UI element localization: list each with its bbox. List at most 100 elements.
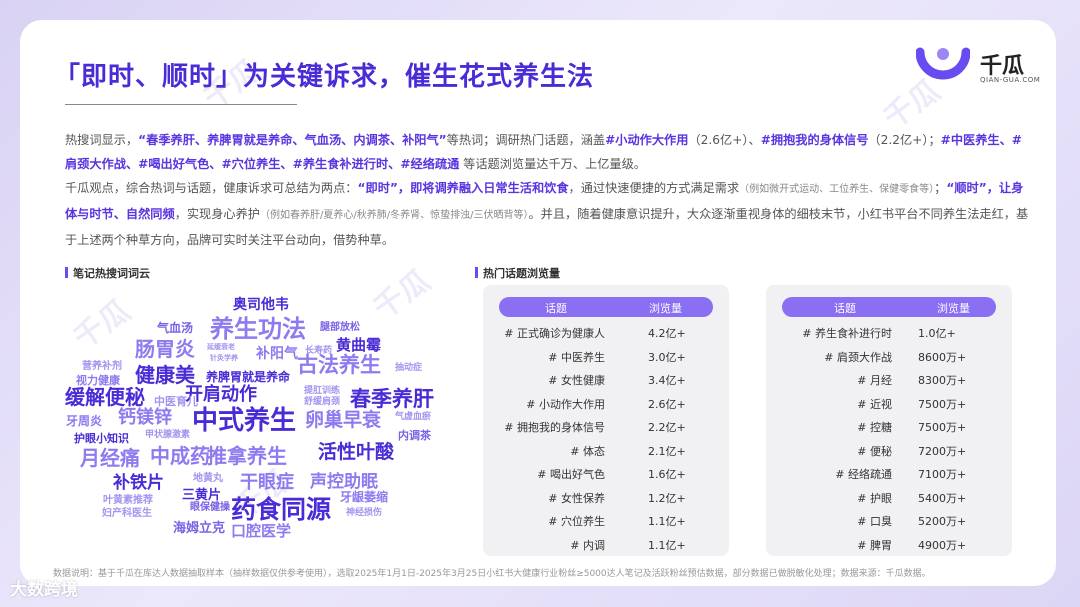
cloud-word: 甲状腺激素 [145, 430, 191, 440]
table-row: # 近视 7500万+ [766, 392, 1012, 416]
hot-topics-label: 热门话题浏览量 [475, 265, 560, 281]
table-row: # 护眼 5400万+ [766, 486, 1012, 510]
views-cell: 7500万+ [918, 421, 967, 434]
word-cloud: 奥司他韦 气血汤 养生功法 腿部放松 肠胃炎 黄曲霉 延缓衰老 针灸学养 补阳气 长寿药 抽动症 营养… [60, 295, 455, 555]
cloud-word: 妇产科医生 [102, 508, 152, 519]
topic-cell: # 拥抱我的身体信号 [504, 421, 605, 434]
views-cell: 7100万+ [918, 468, 967, 481]
topics-table-right: 话题 浏览量 # 养生食补进行时 1.0亿+ # 肩颈大作战 8600万+ # 月经 83… [766, 285, 1012, 556]
cloud-word: 月经痛 [80, 446, 140, 470]
views-cell: 4.2亿+ [648, 327, 686, 340]
topic-cell: # 口臭 [857, 515, 892, 528]
cloud-word: 抽动症 [395, 363, 423, 373]
cloud-word: 提肛训练 [304, 386, 341, 396]
topic-cell: # 喝出好气色 [537, 468, 605, 481]
cloud-word: 延缓衰老 [207, 343, 235, 351]
cloud-word: 活性叶酸 [318, 441, 395, 463]
cloud-word: 牙周炎 [66, 414, 103, 428]
topic-cell: # 中医养生 [548, 350, 605, 364]
topic-cell: # 正式确诊为健康人 [504, 327, 605, 340]
views-cell: 1.1亿+ [648, 538, 686, 552]
cloud-word: 眼保健操 [190, 502, 230, 513]
cloud-word: 肠胃炎 [135, 337, 195, 361]
table-row: # 脾胃 4900万+ [766, 533, 1012, 557]
topic-cell: # 护眼 [857, 491, 892, 505]
views-cell: 2.6亿+ [648, 397, 686, 411]
cloud-word: 针灸学养 [210, 354, 238, 362]
word-cloud-label: 笔记热搜词词云 [65, 265, 150, 281]
views-cell: 2.2亿+ [648, 421, 686, 434]
cloud-word: 养生功法 [210, 315, 306, 343]
cloud-word: 地黄丸 [193, 473, 223, 484]
topic-cell: # 肩颈大作战 [824, 350, 892, 364]
views-cell: 3.0亿+ [648, 350, 686, 364]
topic-cell: # 脾胃 [857, 538, 892, 552]
cloud-word: 补阳气 [256, 346, 298, 362]
cloud-word: 腿部放松 [320, 322, 360, 333]
logo-url: QIAN-GUA.COM [980, 76, 1041, 84]
qiangua-logo-icon [916, 47, 970, 80]
cloud-word: 气血汤 [157, 321, 194, 335]
topic-cell: # 女性保养 [548, 491, 605, 505]
topic-cell: # 养生食补进行时 [802, 327, 892, 340]
cloud-word: 推拿养生 [207, 444, 287, 468]
brand-logo: 千瓜 QIAN-GUA.COM [916, 46, 1046, 88]
insight-paragraph: 千瓜观点，综合热词与话题，健康诉求可总结为两点：“即时”，即将调养融入日常生活和… [65, 181, 1029, 247]
views-cell: 1.6亿+ [648, 468, 686, 481]
table-row: # 内调 1.1亿+ [483, 533, 729, 557]
views-cell: 7500万+ [918, 397, 967, 411]
table-row: # 月经 8300万+ [766, 368, 1012, 392]
table-row: # 养生食补进行时 1.0亿+ [766, 321, 1012, 345]
topic-cell: # 经络疏通 [835, 468, 892, 481]
page-title: 「即时、顺时」为关键诉求，催生花式养生法 [54, 62, 595, 92]
table-row: # 中医养生 3.0亿+ [483, 345, 729, 369]
header-topic: 话题 [545, 302, 567, 315]
corner-watermark-logo: 大数跨境 [10, 580, 78, 600]
views-cell: 2.1亿+ [648, 444, 686, 458]
table-row: # 女性保养 1.2亿+ [483, 486, 729, 510]
topic-cell: # 月经 [857, 374, 892, 387]
data-footnote: 数据说明：基于千瓜在库达人数据抽取样本（抽样数据仅供参考使用），选取2025年1… [53, 569, 931, 579]
cloud-word: 营养补剂 [82, 361, 122, 372]
title-divider [65, 104, 297, 105]
cloud-word: 健康美 [135, 363, 195, 387]
cloud-word: 牙龈萎缩 [340, 490, 389, 504]
cloud-word: 神经损伤 [346, 508, 383, 518]
table-row: # 喝出好气色 1.6亿+ [483, 462, 729, 486]
cloud-word: 补铁片 [113, 473, 164, 493]
cloud-word: 舒缓肩颈 [304, 397, 341, 407]
cloud-word: 声控助眠 [310, 472, 378, 492]
cloud-word: 中成药 [150, 444, 210, 468]
topic-cell: # 近视 [857, 397, 892, 411]
table-header: 话题 浏览量 [782, 297, 996, 317]
cloud-word: 干眼症 [240, 472, 294, 493]
cloud-word: 卵巢早衰 [305, 409, 382, 431]
cloud-word: 中式养生 [192, 406, 297, 436]
views-cell: 1.2亿+ [648, 491, 686, 505]
cloud-word: 缓解便秘 [65, 385, 145, 409]
views-cell: 7200万+ [918, 444, 967, 458]
cloud-word: 黄曲霉 [336, 336, 382, 354]
cloud-word: 叶黄素推荐 [103, 495, 153, 506]
topic-cell: # 内调 [570, 538, 605, 552]
views-cell: 8600万+ [918, 350, 967, 364]
views-cell: 1.1亿+ [648, 515, 686, 528]
table-row: # 口臭 5200万+ [766, 509, 1012, 533]
header-views: 浏览量 [649, 302, 682, 315]
cloud-word: 钙镁锌 [118, 407, 172, 428]
views-cell: 5400万+ [918, 491, 967, 505]
table-row: # 女性健康 3.4亿+ [483, 368, 729, 392]
cloud-word: 护眼小知识 [74, 432, 129, 445]
cloud-word: 口腔医学 [231, 522, 292, 540]
table-row: # 经络疏通 7100万+ [766, 462, 1012, 486]
cloud-word: 春季养肝 [350, 387, 434, 411]
views-cell: 8300万+ [918, 374, 967, 387]
header-views: 浏览量 [937, 302, 970, 315]
cloud-word: 奥司他韦 [233, 297, 289, 313]
topic-cell: # 体态 [570, 444, 605, 458]
topic-cell: # 控糖 [857, 421, 892, 434]
table-row: # 穴位养生 1.1亿+ [483, 509, 729, 533]
views-cell: 1.0亿+ [918, 327, 956, 340]
table-row: # 体态 2.1亿+ [483, 439, 729, 463]
cloud-word: 古法养生 [297, 353, 381, 377]
